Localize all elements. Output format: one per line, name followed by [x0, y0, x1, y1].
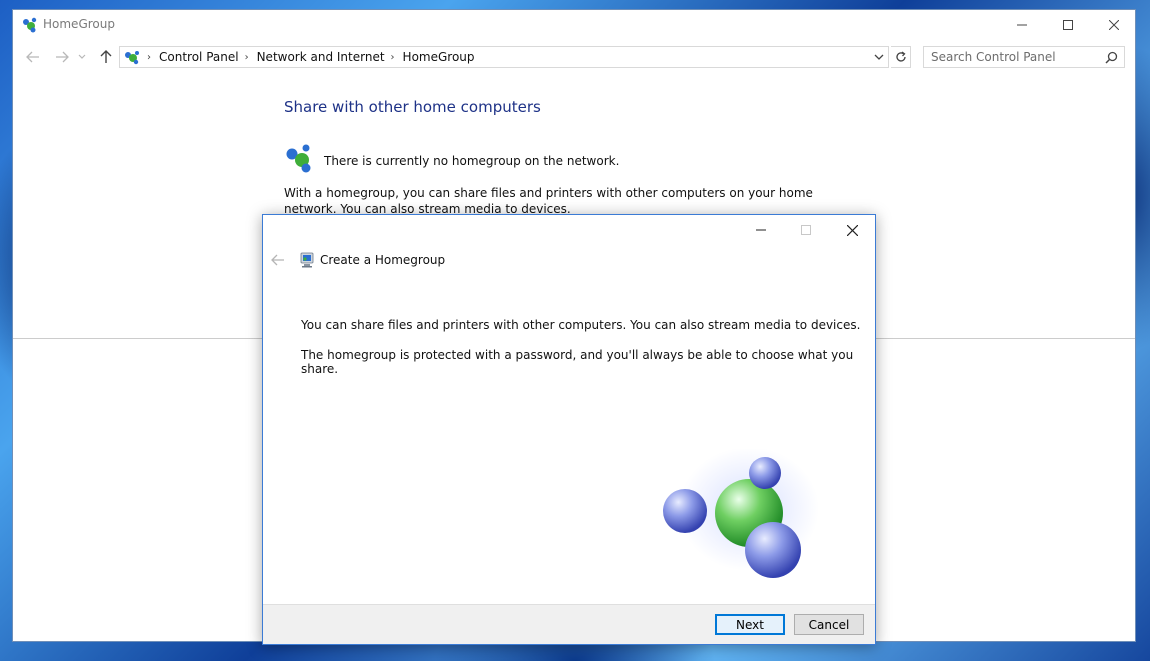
- maximize-icon: [801, 225, 811, 235]
- up-button[interactable]: [96, 48, 116, 66]
- search-box[interactable]: [923, 46, 1125, 68]
- create-homegroup-dialog: Create a Homegroup You can share files a…: [262, 214, 876, 645]
- search-icon: [1105, 51, 1118, 64]
- breadcrumb-separator[interactable]: ›: [245, 52, 249, 63]
- refresh-icon: [895, 51, 906, 62]
- close-button[interactable]: [1091, 10, 1137, 40]
- status-message: There is currently no homegroup on the n…: [324, 154, 620, 168]
- dialog-maximize-button[interactable]: [783, 215, 829, 245]
- homegroup-computer-icon: [300, 252, 314, 268]
- window-title: HomeGroup: [43, 17, 115, 31]
- homegroup-description: With a homegroup, you can share files an…: [284, 186, 813, 216]
- forward-arrow-icon: [56, 51, 69, 63]
- chevron-down-icon: [78, 54, 86, 59]
- dialog-back-button[interactable]: [269, 252, 287, 268]
- up-arrow-icon: [100, 50, 112, 63]
- address-bar[interactable]: › Control Panel › Network and Internet ›…: [119, 46, 889, 68]
- title-bar[interactable]: HomeGroup: [13, 10, 1135, 40]
- maximize-icon: [1063, 20, 1073, 30]
- close-icon: [846, 224, 858, 236]
- minimize-icon: [756, 229, 766, 231]
- homegroup-illustration-icon: [663, 449, 819, 578]
- dialog-minimize-button[interactable]: [738, 215, 784, 245]
- homegroup-icon: [23, 17, 37, 33]
- address-dropdown-button[interactable]: [872, 50, 886, 64]
- homegroup-icon: [286, 144, 311, 173]
- breadcrumb-network-and-internet[interactable]: Network and Internet: [257, 50, 385, 64]
- back-arrow-icon: [26, 51, 39, 63]
- back-button[interactable]: [23, 48, 43, 66]
- minimize-icon: [1017, 24, 1027, 26]
- dialog-info-text: You can share files and printers with ot…: [301, 318, 861, 332]
- control-panel-icon: [125, 51, 139, 65]
- close-icon: [1109, 20, 1119, 30]
- navigation-bar: › Control Panel › Network and Internet ›…: [13, 44, 1135, 70]
- recent-locations-dropdown[interactable]: [76, 48, 88, 66]
- search-input[interactable]: [931, 48, 1101, 66]
- breadcrumb-separator[interactable]: ›: [391, 52, 395, 63]
- page-heading: Share with other home computers: [284, 98, 541, 116]
- cancel-button[interactable]: Cancel: [794, 614, 864, 635]
- dialog-footer: Next Cancel: [263, 604, 875, 644]
- maximize-button[interactable]: [1045, 10, 1091, 40]
- forward-button[interactable]: [52, 48, 72, 66]
- dialog-password-text: The homegroup is protected with a passwo…: [301, 348, 854, 376]
- next-button[interactable]: Next: [715, 614, 785, 635]
- back-arrow-icon: [271, 254, 284, 266]
- homegroup-status: There is currently no homegroup on the n…: [284, 143, 619, 173]
- dialog-close-button[interactable]: [829, 215, 875, 245]
- refresh-button[interactable]: [891, 46, 911, 68]
- breadcrumb-separator: ›: [147, 51, 151, 63]
- dialog-title: Create a Homegroup: [320, 253, 446, 267]
- chevron-down-icon: [874, 54, 884, 60]
- breadcrumb-control-panel[interactable]: Control Panel: [159, 50, 239, 64]
- minimize-button[interactable]: [999, 10, 1045, 40]
- breadcrumb-homegroup[interactable]: HomeGroup: [403, 50, 475, 64]
